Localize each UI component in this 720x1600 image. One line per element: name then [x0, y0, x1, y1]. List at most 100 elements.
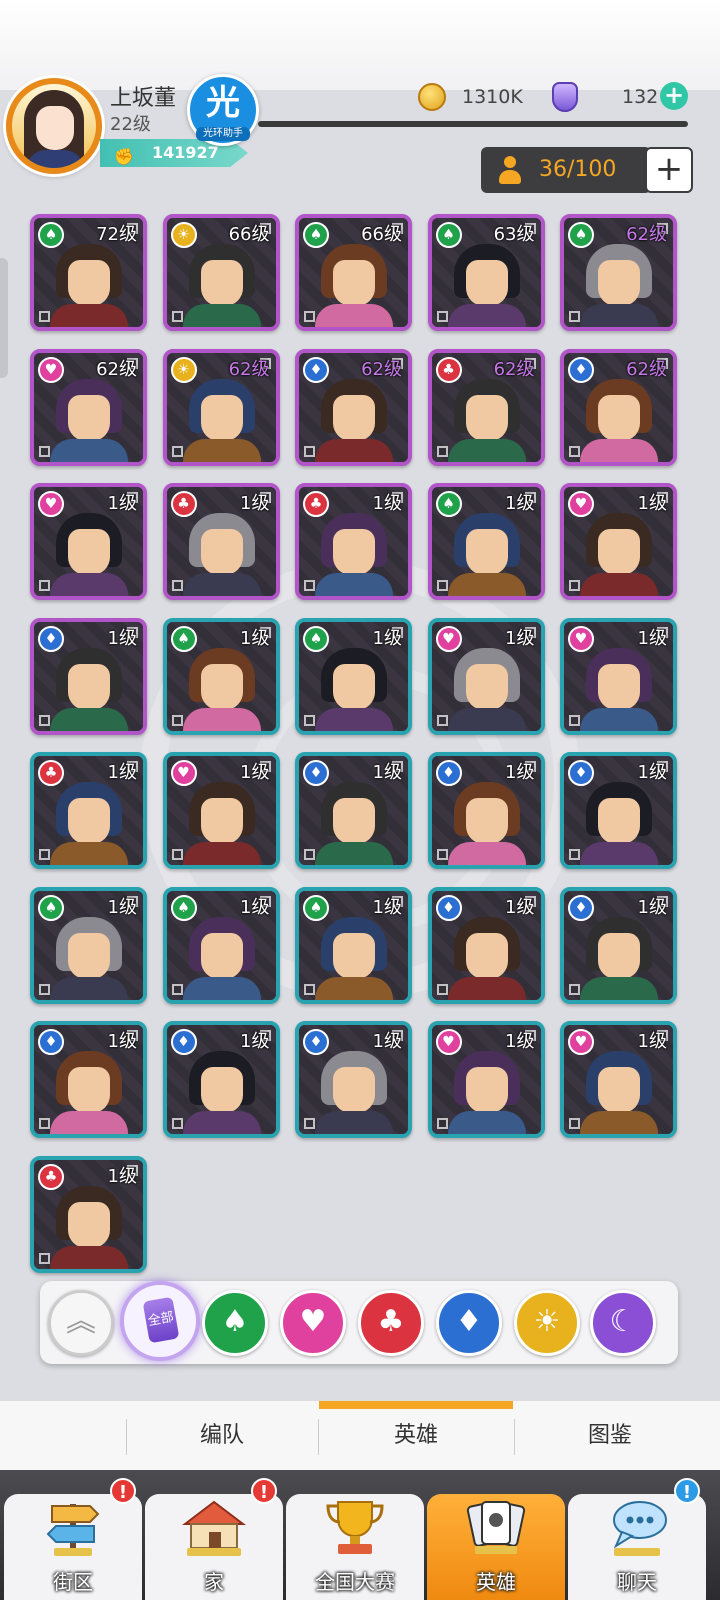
nav-chat[interactable]: 聊天 !	[568, 1478, 706, 1600]
hero-card[interactable]: ♠ 1级	[295, 617, 412, 735]
filter-club-button[interactable]: ♣	[358, 1290, 424, 1356]
hero-card[interactable]: ♠ 1级	[30, 886, 147, 1004]
filter-diamond-button[interactable]: ♦	[436, 1290, 502, 1356]
tab-heroes[interactable]: 英雄	[319, 1401, 513, 1471]
hero-card[interactable]: ♠ 66级	[295, 214, 412, 331]
hero-portrait	[315, 782, 393, 865]
hero-card[interactable]: ♠ 72级	[30, 214, 147, 331]
hero-card[interactable]: ♣ 62级	[427, 348, 545, 466]
halo-badge-char: 光	[206, 83, 240, 123]
tab-formation[interactable]: 编队	[127, 1401, 317, 1471]
hero-card[interactable]: ♦ 62级	[560, 348, 677, 466]
hero-level: 63级	[493, 224, 535, 245]
spade-icon: ♠	[303, 894, 329, 921]
hero-level: 1级	[240, 762, 270, 783]
heart-icon: ♥	[299, 1304, 327, 1339]
hero-card[interactable]: ♦ 1级	[560, 886, 677, 1004]
tab-codex[interactable]: 图鉴	[515, 1401, 705, 1471]
hero-card[interactable]: ♦ 62级	[295, 348, 412, 466]
hero-card[interactable]: ☀ 66级	[162, 214, 280, 331]
hero-level: 1级	[505, 1031, 535, 1052]
sun-icon: ☀	[170, 222, 197, 248]
hero-level: 66级	[228, 224, 270, 245]
hero-card[interactable]: ♣ 1级	[162, 483, 280, 600]
heart-icon: ♥	[568, 491, 594, 517]
hero-card[interactable]: ♥ 1级	[30, 483, 147, 600]
hero-portrait	[447, 916, 526, 1000]
hero-portrait	[50, 244, 128, 327]
gem-icon	[552, 82, 578, 112]
hero-portrait	[50, 1051, 128, 1134]
hero-level: 1级	[107, 1031, 137, 1052]
filter-spade-button[interactable]: ♠	[202, 1290, 268, 1356]
hero-card[interactable]: ♥ 1级	[427, 1021, 545, 1138]
hero-card[interactable]: ♠ 1级	[427, 483, 545, 600]
filter-sun-button[interactable]: ☀	[514, 1290, 580, 1356]
hero-level: 66级	[361, 224, 402, 245]
club-icon: ♣	[377, 1304, 405, 1339]
hero-portrait	[580, 782, 658, 865]
hero-card[interactable]: ♦ 1级	[295, 1021, 412, 1138]
nav-home-label: 家	[204, 1570, 224, 1594]
hero-card[interactable]: ♥ 1级	[427, 617, 545, 735]
hero-level: 1级	[107, 1165, 137, 1187]
hero-level: 62级	[626, 224, 667, 245]
diamond-icon: ♦	[568, 760, 594, 786]
hero-card[interactable]: ♣ 1级	[295, 483, 412, 600]
collapse-filter-button[interactable]: ︽	[48, 1290, 114, 1356]
nav-national-contest[interactable]: 全国大赛	[286, 1494, 424, 1600]
hero-card[interactable]: ♣ 1级	[30, 752, 147, 869]
hero-card[interactable]: ♦ 1级	[30, 1021, 147, 1138]
hero-card[interactable]: ♥ 1级	[162, 752, 280, 869]
hero-card[interactable]: ♦ 1级	[295, 752, 412, 869]
nav-street[interactable]: 街区 !	[4, 1478, 142, 1600]
hero-card[interactable]: ♦ 1级	[427, 886, 545, 1004]
spade-icon: ♠	[170, 625, 197, 652]
hero-card[interactable]: ♦ 1级	[560, 752, 677, 869]
expand-capacity-button[interactable]: +	[645, 147, 693, 193]
hero-portrait	[315, 647, 393, 731]
hero-portrait	[447, 378, 526, 462]
hero-level: 1级	[372, 1031, 402, 1052]
club-icon: ♣	[435, 356, 462, 383]
hero-level: 62级	[228, 358, 270, 380]
add-gems-button[interactable]: +	[660, 82, 688, 110]
hero-level: 1级	[107, 627, 137, 649]
hero-card[interactable]: ♥ 1级	[560, 483, 677, 600]
gem-amount: 132	[622, 86, 659, 108]
hero-card[interactable]: ☀ 62级	[162, 348, 280, 466]
hero-card[interactable]: ♠ 1级	[162, 617, 280, 735]
diamond-icon: ♦	[455, 1304, 483, 1339]
filter-all-button[interactable]: 全部	[120, 1281, 200, 1361]
hero-card[interactable]: ♠ 1级	[295, 886, 412, 1004]
hero-portrait	[447, 647, 526, 731]
hero-card[interactable]: ♠ 1级	[162, 886, 280, 1004]
hero-card[interactable]: ♥ 1级	[560, 1021, 677, 1138]
spade-icon: ♠	[170, 894, 197, 921]
fist-icon: ✊	[114, 147, 134, 166]
hero-portrait	[580, 244, 658, 327]
hero-grid: ♠ 72级 ☀ 66级 ♠ 66级 ♠ 63级 ♠ 62级 ♥ 62级 ☀ 62级 ♦ 62级 ♣ 62级 ♦ 62级…	[30, 214, 690, 1274]
side-drawer-handle[interactable]	[0, 258, 8, 378]
hero-card[interactable]: ♠ 63级	[427, 214, 545, 331]
hero-level: 1级	[107, 762, 137, 783]
diamond-icon: ♦	[435, 760, 462, 786]
nav-home[interactable]: 家 !	[145, 1478, 283, 1600]
filter-moon-button[interactable]: ☾	[590, 1290, 656, 1356]
filter-heart-button[interactable]: ♥	[280, 1290, 346, 1356]
hero-card[interactable]: ♥ 62级	[30, 348, 147, 466]
filter-all-label: 全部	[142, 1296, 180, 1344]
hero-card[interactable]: ♦ 1级	[162, 1021, 280, 1138]
hero-card[interactable]: ♣ 1级	[30, 1155, 147, 1273]
hero-card[interactable]: ♥ 1级	[560, 617, 677, 735]
heart-icon: ♥	[568, 625, 594, 652]
nav-heroes[interactable]: 英雄	[427, 1494, 565, 1600]
heart-icon: ♥	[38, 356, 64, 383]
halo-assistant-badge[interactable]: 光 光环助手	[187, 74, 259, 146]
hero-card[interactable]: ♦ 1级	[30, 617, 147, 735]
hero-sub-tabs: 编队 英雄 图鉴	[0, 1400, 720, 1470]
hero-card[interactable]: ♦ 1级	[427, 752, 545, 869]
player-avatar[interactable]	[6, 78, 102, 174]
hero-level: 1级	[637, 896, 667, 918]
hero-card[interactable]: ♠ 62级	[560, 214, 677, 331]
